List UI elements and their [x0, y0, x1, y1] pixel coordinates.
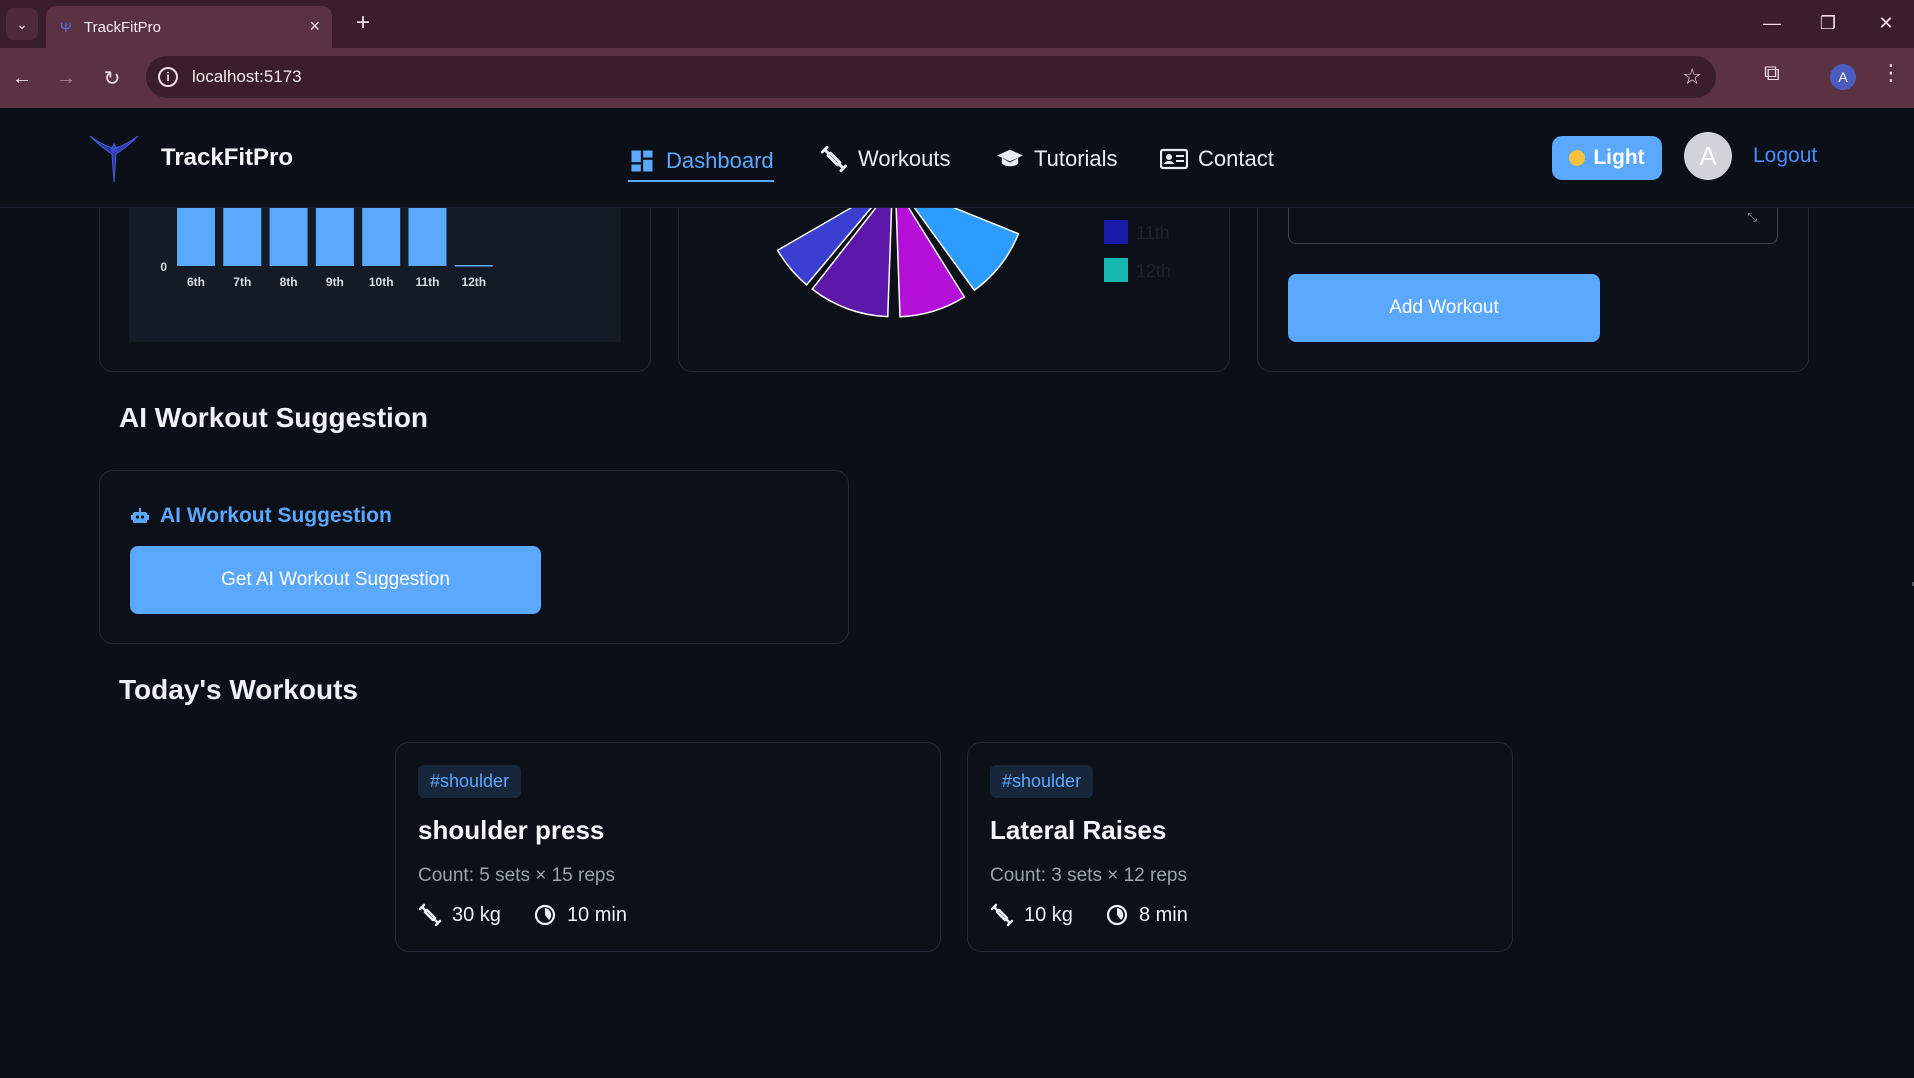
- timer-icon: [534, 904, 556, 926]
- x-tick-label: 10th: [369, 275, 394, 289]
- app-header: TrackFitPro Dashboard Workouts Tutorials…: [0, 108, 1914, 208]
- contact-card-icon: [1160, 148, 1188, 170]
- nav-tutorials-label: Tutorials: [1034, 146, 1118, 171]
- url-text[interactable]: localhost:5173: [192, 67, 302, 87]
- workout-card[interactable]: #shoulder shoulder press Count: 5 sets ×…: [395, 742, 941, 952]
- brand-name[interactable]: TrackFitPro: [161, 144, 293, 172]
- dumbbell-icon: [418, 903, 442, 927]
- theme-toggle-button[interactable]: Light: [1552, 136, 1662, 180]
- address-bar[interactable]: i localhost:5173 ☆: [146, 56, 1716, 98]
- resize-handle-icon[interactable]: ⤡: [1747, 210, 1757, 225]
- bookmark-star-icon[interactable]: ☆: [1682, 64, 1702, 90]
- get-ai-suggestion-button[interactable]: Get AI Workout Suggestion: [130, 546, 541, 614]
- legend-swatch: [1104, 220, 1128, 244]
- robot-icon: [131, 508, 149, 523]
- logo-icon[interactable]: [86, 130, 142, 186]
- sun-icon: [1569, 150, 1586, 166]
- nav-contact[interactable]: Contact: [1160, 142, 1274, 176]
- x-tick-label: 12th: [461, 275, 486, 289]
- workout-tag[interactable]: #shoulder: [418, 765, 522, 798]
- restore-icon[interactable]: ❐: [1806, 8, 1850, 38]
- x-tick-label: 11th: [415, 275, 439, 289]
- browser-toolbar: ← → ↻ i localhost:5173 ☆ ⧉ A ⋮: [0, 48, 1914, 108]
- logout-link[interactable]: Logout: [1753, 144, 1817, 168]
- nav-workouts-label: Workouts: [858, 146, 951, 171]
- user-avatar[interactable]: A: [1684, 132, 1732, 180]
- nav-workouts[interactable]: Workouts: [820, 142, 951, 176]
- workout-name: shoulder press: [418, 815, 605, 845]
- browser-tab[interactable]: Ψ TrackFitPro ×: [46, 6, 332, 48]
- favicon-icon: Ψ: [60, 19, 72, 35]
- tab-search-icon[interactable]: ⌄: [6, 8, 38, 40]
- nav-dashboard-label: Dashboard: [666, 148, 774, 173]
- site-info-icon[interactable]: i: [158, 67, 178, 87]
- workout-meta: 30 kg 10 min: [418, 903, 627, 927]
- browser-chrome: ⌄ Ψ TrackFitPro × + — ❐ ✕ ← → ↻ i localh…: [0, 0, 1914, 108]
- nav-contact-label: Contact: [1198, 146, 1274, 171]
- x-tick-label: 8th: [280, 275, 298, 289]
- extensions-icon[interactable]: ⧉: [1764, 60, 1780, 86]
- workout-weight: 30 kg: [452, 903, 501, 926]
- dumbbell-icon: [990, 903, 1014, 927]
- add-workout-button[interactable]: Add Workout: [1288, 274, 1600, 342]
- new-tab-icon[interactable]: +: [348, 8, 378, 38]
- bar[interactable]: [454, 265, 493, 267]
- workout-duration: 8 min: [1138, 903, 1188, 926]
- legend-label: 11th: [1136, 223, 1170, 243]
- reload-icon[interactable]: ↻: [94, 60, 130, 96]
- workout-meta: 10 kg 8 min: [990, 903, 1188, 927]
- workout-count: Count: 5 sets × 15 reps: [418, 865, 615, 886]
- forward-icon[interactable]: →: [48, 60, 84, 96]
- browser-menu-icon[interactable]: ⋮: [1880, 60, 1902, 86]
- ai-card-heading-label: AI Workout Suggestion: [160, 504, 392, 527]
- dumbbell-icon: [820, 145, 848, 173]
- legend-swatch: [1104, 258, 1128, 282]
- tab-strip: ⌄ Ψ TrackFitPro × + — ❐ ✕: [0, 0, 1914, 48]
- dashboard-icon: [631, 150, 653, 172]
- workout-tag[interactable]: #shoulder: [990, 765, 1094, 798]
- y-tick-label: 0: [160, 260, 167, 274]
- profile-avatar[interactable]: A: [1830, 64, 1856, 90]
- x-tick-label: 7th: [233, 275, 251, 289]
- minimize-icon[interactable]: —: [1750, 8, 1794, 38]
- timer-icon: [1106, 904, 1128, 926]
- x-tick-label: 9th: [326, 275, 344, 289]
- workout-name: Lateral Raises: [990, 815, 1167, 845]
- graduation-cap-icon: [997, 149, 1023, 167]
- close-window-icon[interactable]: ✕: [1864, 8, 1908, 38]
- back-icon[interactable]: ←: [4, 60, 40, 96]
- workout-weight: 10 kg: [1024, 903, 1073, 926]
- tab-title: TrackFitPro: [84, 19, 161, 36]
- ai-card-heading: AI Workout Suggestion: [130, 504, 392, 528]
- theme-toggle-label: Light: [1593, 146, 1645, 169]
- ai-section-title: AI Workout Suggestion: [119, 402, 429, 433]
- workout-count: Count: 3 sets × 12 reps: [990, 865, 1187, 886]
- x-tick-label: 6th: [187, 275, 205, 289]
- nav-tutorials[interactable]: Tutorials: [996, 142, 1118, 176]
- workout-duration: 10 min: [566, 903, 627, 926]
- close-tab-icon[interactable]: ×: [309, 16, 320, 37]
- todays-workouts-title: Today's Workouts: [119, 674, 358, 705]
- nav-dashboard[interactable]: Dashboard: [628, 142, 774, 182]
- legend-label: 12th: [1136, 261, 1171, 281]
- workout-card[interactable]: #shoulder Lateral Raises Count: 3 sets ×…: [967, 742, 1513, 952]
